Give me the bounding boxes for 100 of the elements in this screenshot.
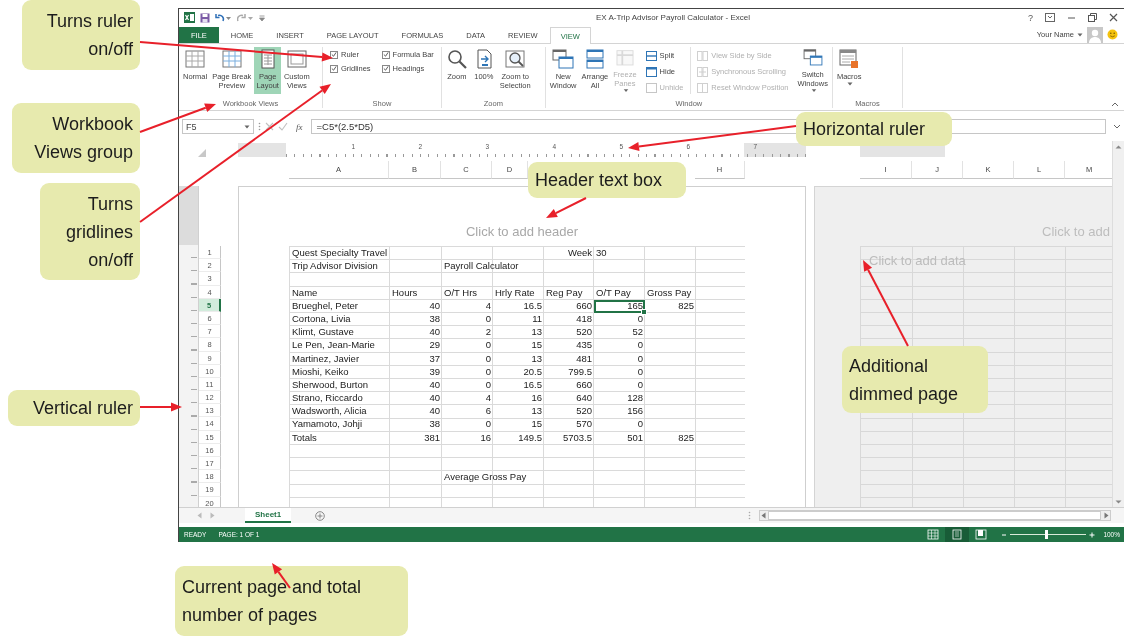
table-cell[interactable]: 37 bbox=[390, 352, 442, 366]
table-cell[interactable]: 825 bbox=[645, 299, 696, 313]
table-cell[interactable]: 15 bbox=[493, 418, 544, 432]
checkbox[interactable] bbox=[330, 50, 338, 59]
insert-function-button[interactable]: fx bbox=[296, 121, 303, 132]
table-cell[interactable]: Average Gross Pay bbox=[442, 471, 746, 485]
table-cell[interactable]: Payroll Calculator bbox=[442, 260, 746, 274]
table-cell[interactable]: 418 bbox=[544, 312, 594, 327]
table-cell[interactable]: Gross Pay bbox=[645, 286, 746, 300]
table-cell[interactable]: 2 bbox=[442, 326, 493, 340]
table-cell[interactable]: 15 bbox=[493, 339, 544, 353]
table-cell[interactable]: 20.5 bbox=[493, 365, 544, 379]
sheet-tab[interactable]: Sheet1 bbox=[245, 508, 292, 523]
scroll-down-icon[interactable] bbox=[1115, 500, 1122, 505]
checkbox[interactable] bbox=[381, 64, 390, 73]
table-cell[interactable]: 0 bbox=[442, 378, 493, 393]
table-cell[interactable]: 38 bbox=[390, 312, 442, 327]
table-cell[interactable]: 13 bbox=[493, 326, 544, 340]
table-cell[interactable]: 6 bbox=[442, 405, 493, 419]
table-cell[interactable]: 640 bbox=[544, 392, 594, 406]
ribbon-display-icon[interactable] bbox=[1045, 13, 1055, 22]
table-cell[interactable]: 156 bbox=[594, 405, 645, 419]
table-cell[interactable]: Wadsworth, Alicia bbox=[290, 405, 390, 419]
scroll-up-icon[interactable] bbox=[1115, 144, 1122, 149]
table-cell[interactable]: Le Pen, Jean-Marie bbox=[290, 339, 390, 353]
customize-caret-icon[interactable] bbox=[259, 13, 265, 22]
zoom-out-icon[interactable] bbox=[1001, 531, 1008, 538]
table-cell[interactable]: 39 bbox=[390, 365, 442, 379]
table-cell[interactable]: 0 bbox=[594, 312, 645, 327]
name-box[interactable]: F5 bbox=[182, 119, 254, 134]
view-button[interactable] bbox=[945, 527, 970, 542]
table-cell[interactable]: 825 bbox=[645, 431, 696, 445]
table-cell[interactable]: 165 bbox=[594, 299, 645, 313]
table-cell[interactable]: 5703.5 bbox=[544, 431, 594, 445]
table-cell[interactable]: Name bbox=[290, 286, 390, 300]
table-cell[interactable]: 0 bbox=[442, 312, 493, 327]
scroll-left-icon[interactable] bbox=[761, 512, 766, 519]
table-cell[interactable]: Klimt, Gustave bbox=[290, 326, 390, 340]
fill-handle[interactable] bbox=[641, 308, 647, 315]
table-cell[interactable]: 660 bbox=[544, 299, 594, 313]
table-cell[interactable]: 29 bbox=[390, 339, 442, 353]
table-cell[interactable]: O/T Hrs bbox=[442, 286, 493, 300]
close-icon[interactable] bbox=[1109, 13, 1118, 22]
scroll-right-icon[interactable] bbox=[1104, 512, 1109, 519]
table-cell[interactable]: 16.5 bbox=[493, 299, 544, 313]
table-cell[interactable]: 0 bbox=[594, 365, 645, 379]
table-cell[interactable]: 13 bbox=[493, 352, 544, 366]
table-cell[interactable]: Totals bbox=[290, 431, 390, 445]
expand-caret-icon[interactable] bbox=[1113, 123, 1121, 130]
table-cell[interactable]: 501 bbox=[594, 431, 645, 445]
table-cell[interactable]: 4 bbox=[442, 299, 493, 313]
table-cell[interactable]: 0 bbox=[594, 339, 645, 353]
save-icon[interactable] bbox=[200, 12, 210, 23]
table-cell[interactable]: 40 bbox=[390, 378, 442, 393]
table-cell[interactable]: 149.5 bbox=[493, 431, 544, 445]
add-sheet-icon[interactable] bbox=[315, 510, 326, 521]
table-cell[interactable]: Sherwood, Burton bbox=[290, 378, 390, 393]
table-cell[interactable]: O/T Pay bbox=[594, 286, 645, 300]
table-cell[interactable]: 11 bbox=[493, 312, 544, 327]
table-cell[interactable]: 0 bbox=[442, 352, 493, 366]
table-cell[interactable]: Brueghel, Peter bbox=[290, 299, 390, 313]
table-cell[interactable]: 435 bbox=[544, 339, 594, 353]
table-cell[interactable]: 0 bbox=[594, 418, 645, 432]
table-cell[interactable]: Yamamoto, Johji bbox=[290, 418, 390, 432]
table-cell[interactable]: Hrly Rate bbox=[493, 286, 544, 300]
table-cell[interactable]: 40 bbox=[390, 405, 442, 419]
table-cell[interactable]: Hours bbox=[390, 286, 442, 300]
table-cell[interactable]: Trip Advisor Division bbox=[290, 260, 442, 274]
table-cell[interactable]: 16 bbox=[442, 431, 493, 445]
table-cell[interactable]: 0 bbox=[594, 352, 645, 366]
table-cell[interactable]: 520 bbox=[544, 405, 594, 419]
table-cell[interactable]: 128 bbox=[594, 392, 645, 406]
horizontal-scrollbar[interactable] bbox=[759, 510, 1111, 521]
table-cell[interactable]: 381 bbox=[390, 431, 442, 445]
table-cell[interactable]: Martinez, Javier bbox=[290, 352, 390, 366]
checkbox[interactable] bbox=[330, 64, 338, 73]
restore-icon[interactable] bbox=[1088, 13, 1097, 22]
table-cell[interactable]: 4 bbox=[442, 392, 493, 406]
table-cell[interactable]: 38 bbox=[390, 418, 442, 432]
table-cell[interactable]: 40 bbox=[390, 326, 442, 340]
redo-icon[interactable] bbox=[237, 12, 254, 23]
table-cell[interactable]: Strano, Riccardo bbox=[290, 392, 390, 406]
slider-thumb[interactable] bbox=[1045, 530, 1049, 539]
table-cell[interactable]: 520 bbox=[544, 326, 594, 340]
table-cell[interactable]: 799.5 bbox=[544, 365, 594, 379]
table-cell[interactable]: 40 bbox=[390, 392, 442, 406]
collapse-ribbon-icon[interactable] bbox=[1111, 101, 1119, 107]
table-cell[interactable]: 0 bbox=[442, 339, 493, 353]
table-cell[interactable]: Mioshi, Keiko bbox=[290, 365, 390, 379]
checkbox[interactable] bbox=[381, 50, 390, 59]
help-button[interactable]: ? bbox=[1028, 12, 1033, 23]
cancel-icon[interactable] bbox=[265, 122, 274, 131]
table-cell[interactable]: 16 bbox=[493, 392, 544, 406]
table-cell[interactable]: Quest Specialty Travel bbox=[290, 247, 544, 261]
table-cell[interactable]: 570 bbox=[544, 418, 594, 432]
table-cell[interactable]: 660 bbox=[544, 378, 594, 393]
table-cell[interactable]: 0 bbox=[442, 365, 493, 379]
vertical-scrollbar[interactable] bbox=[1112, 141, 1124, 507]
table-cell[interactable]: Week bbox=[544, 247, 594, 261]
table-cell[interactable]: 481 bbox=[544, 352, 594, 366]
